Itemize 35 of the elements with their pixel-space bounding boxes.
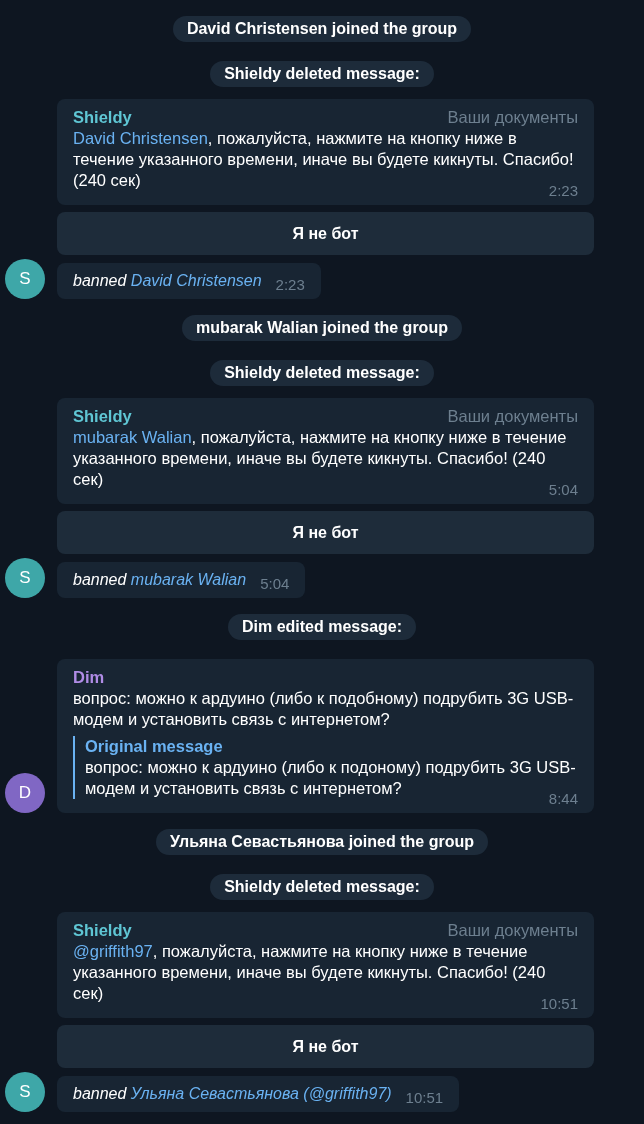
quote-title: Original message: [85, 736, 224, 757]
sender-tag: Ваши документы: [447, 406, 578, 427]
sender-name: Shieldy: [73, 920, 132, 941]
message-text: banned mubarak Walian: [73, 571, 247, 589]
message-time: 10:51: [539, 996, 578, 1012]
service-message: David Christensen joined the group: [172, 16, 472, 42]
message-time: 5:04: [547, 482, 578, 498]
avatar[interactable]: D: [5, 773, 45, 813]
inline-button[interactable]: Я не бот: [57, 1025, 594, 1068]
message-time: 2:23: [547, 183, 578, 199]
sender-tag: Ваши документы: [447, 107, 578, 128]
sender-name: Dim: [73, 668, 105, 686]
message-time: 5:04: [260, 575, 290, 592]
service-message: mubarak Walian joined the group: [182, 315, 462, 341]
service-message: Shieldy deleted message:: [210, 874, 434, 900]
service-message: Dim edited message:: [227, 614, 417, 640]
message-text: banned David Christensen: [73, 272, 262, 290]
mention-link[interactable]: Ульяна Севастьянова (@griffith97): [130, 1085, 392, 1102]
mention-link[interactable]: mubarak Walian: [73, 428, 192, 446]
service-message: Shieldy deleted message:: [210, 61, 434, 87]
message-time: 10:51: [405, 1089, 444, 1106]
mention-link[interactable]: David Christensen: [130, 272, 262, 289]
sender-name: Shieldy: [73, 107, 132, 128]
inline-button[interactable]: Я не бот: [57, 511, 594, 554]
mention-link[interactable]: @griffith97: [73, 942, 153, 960]
sender-name: Shieldy: [73, 406, 132, 427]
inline-button[interactable]: Я не бот: [57, 212, 594, 255]
sender-tag: Ваши документы: [447, 920, 578, 941]
message-text: banned Ульяна Севастьянова (@griffith97): [73, 1085, 392, 1103]
service-message: Ульяна Севастьянова joined the group: [156, 829, 488, 855]
mention-link[interactable]: mubarak Walian: [130, 571, 247, 588]
mention-link[interactable]: David Christensen: [73, 129, 208, 147]
service-message: Shieldy deleted message:: [210, 360, 434, 386]
message-time: 2:23: [275, 276, 305, 293]
message-text: вопрос: можно к ардуино (либо к подобному) подрубить 3G USB-модем и установить связь с интернетом?: [73, 688, 575, 730]
